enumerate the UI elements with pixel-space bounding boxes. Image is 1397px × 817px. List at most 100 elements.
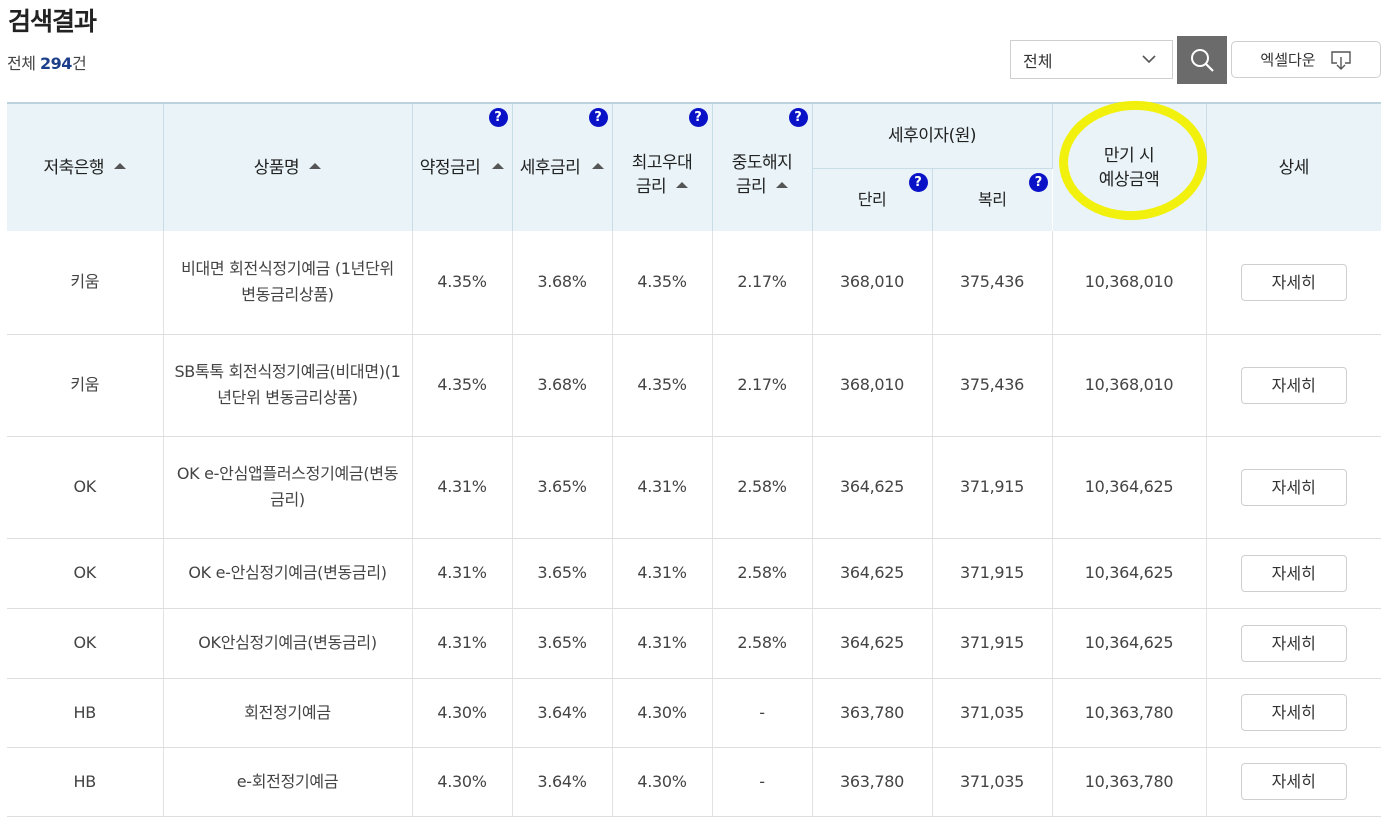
chevron-down-icon [1142, 55, 1156, 64]
detail-button[interactable]: 자세히 [1240, 554, 1347, 592]
cell-contract-rate: 4.35% [412, 231, 513, 335]
cell-detail: 자세히 [1206, 747, 1381, 817]
col-max-pref-rate-label-1: 최고우대 [631, 152, 693, 173]
sort-asc-icon[interactable] [309, 162, 322, 169]
cell-bank: 키움 [7, 334, 164, 437]
sort-asc-icon[interactable] [592, 162, 605, 169]
search-icon [1191, 49, 1214, 72]
cell-compound-interest: 371,915 [932, 436, 1053, 539]
cell-compound-interest: 371,915 [932, 608, 1053, 679]
cell-contract-rate: 4.35% [412, 334, 513, 437]
search-button[interactable] [1177, 36, 1227, 84]
cell-early-term-rate: 2.58% [712, 608, 813, 679]
cell-compound-interest: 375,436 [932, 334, 1053, 437]
cell-compound-interest: 371,915 [932, 538, 1053, 609]
cell-after-tax-rate: 3.68% [512, 334, 613, 437]
cell-compound-interest: 371,035 [932, 678, 1053, 748]
cell-contract-rate: 4.30% [412, 678, 513, 748]
cell-contract-rate: 4.30% [412, 747, 513, 817]
cell-bank: 키움 [7, 231, 164, 335]
col-early-term-rate-line2: 금리 [713, 175, 812, 199]
col-maturity-label-1: 만기 시 [1103, 145, 1155, 166]
sort-asc-icon[interactable] [114, 162, 127, 169]
col-early-term-rate-label-2: 금리 [735, 176, 767, 197]
filter-select[interactable]: 전체 [1010, 40, 1173, 79]
col-maturity-label-2: 예상금액 [1098, 169, 1160, 190]
cell-after-tax-rate: 3.65% [512, 436, 613, 539]
result-count-suffix: 건 [71, 54, 87, 73]
cell-max-pref-rate: 4.35% [612, 231, 713, 335]
detail-button[interactable]: 자세히 [1240, 624, 1347, 662]
col-max-pref-rate-header[interactable]: ? 최고우대금리 [612, 102, 713, 231]
cell-max-pref-rate: 4.35% [612, 334, 713, 437]
cell-simple-interest: 364,625 [812, 436, 933, 539]
col-after-tax-rate-header[interactable]: ? 세후금리 [512, 102, 613, 231]
filter-select-value: 전체 [1023, 51, 1053, 71]
excel-download-label: 엑셀다운 [1260, 51, 1316, 69]
sort-asc-icon[interactable] [776, 181, 789, 188]
excel-download-button[interactable]: 엑셀다운 [1231, 41, 1381, 78]
cell-max-pref-rate: 4.30% [612, 747, 713, 817]
col-max-pref-rate-label-2: 금리 [635, 176, 667, 197]
col-early-term-rate-label-1: 중도해지 [731, 152, 793, 173]
col-product-header[interactable]: 상품명 [163, 102, 413, 231]
col-bank-label: 저축은행 [43, 157, 105, 178]
result-count-value: 294 [40, 54, 72, 73]
cell-maturity-amount: 10,363,780 [1052, 678, 1207, 748]
cell-detail: 자세히 [1206, 231, 1381, 335]
col-compound-header: ? 복리 [932, 167, 1052, 231]
sort-asc-icon[interactable] [676, 181, 689, 188]
cell-product: 비대면 회전식정기예금 (1년단위 변동금리상품) [163, 231, 413, 335]
col-simple-label: 단리 [857, 189, 887, 209]
cell-bank: HB [7, 747, 164, 817]
cell-simple-interest: 368,010 [812, 334, 933, 437]
cell-maturity-amount: 10,364,625 [1052, 608, 1207, 679]
cell-product: SB톡톡 회전식정기예금(비대면)(1년단위 변동금리상품) [163, 334, 413, 437]
cell-maturity-amount: 10,364,625 [1052, 436, 1207, 539]
cell-bank: HB [7, 678, 164, 748]
cell-bank: OK [7, 436, 164, 539]
cell-after-tax-rate: 3.64% [512, 678, 613, 748]
result-count: 전체 294건 [7, 50, 87, 74]
detail-button[interactable]: 자세히 [1240, 263, 1347, 301]
cell-early-term-rate: 2.58% [712, 538, 813, 609]
cell-early-term-rate: - [712, 747, 813, 817]
col-after-tax-rate-label: 세후금리 [519, 157, 581, 178]
cell-contract-rate: 4.31% [412, 436, 513, 539]
sort-asc-icon[interactable] [492, 162, 505, 169]
table-row: HB e-회전정기예금 4.30% 3.64% 4.30% - 363,780 … [7, 747, 1381, 817]
cell-after-tax-rate: 3.65% [512, 608, 613, 679]
result-count-prefix: 전체 [7, 54, 41, 73]
cell-product: OK e-안심정기예금(변동금리) [163, 538, 413, 609]
cell-product: e-회전정기예금 [163, 747, 413, 817]
help-icon[interactable]: ? [1029, 172, 1048, 192]
col-after-tax-interest-header: 세후이자(원) [812, 102, 1053, 168]
help-icon[interactable]: ? [688, 108, 708, 127]
cell-early-term-rate: 2.17% [712, 334, 813, 437]
col-contract-rate-header[interactable]: ? 약정금리 [412, 102, 513, 231]
cell-simple-interest: 363,780 [812, 747, 933, 817]
cell-bank: OK [7, 608, 164, 679]
cell-maturity-amount: 10,368,010 [1052, 334, 1207, 437]
cell-product: 회전정기예금 [163, 678, 413, 748]
col-simple-header: ? 단리 [812, 167, 933, 231]
results-table: 저축은행 상품명 ? 약정금리 ? 세후금리 ? 최고우대금리 ? 중도해지금리 세후이… [7, 102, 1381, 817]
col-early-term-rate-header[interactable]: ? 중도해지금리 [712, 102, 813, 231]
table-row: 키움 비대면 회전식정기예금 (1년단위 변동금리상품) 4.35% 3.68%… [7, 231, 1381, 335]
detail-button[interactable]: 자세히 [1240, 468, 1347, 506]
table-row: OK OK안심정기예금(변동금리) 4.31% 3.65% 4.31% 2.58… [7, 608, 1381, 679]
col-maturity-header: 만기 시예상금액 [1052, 102, 1207, 231]
col-bank-header[interactable]: 저축은행 [7, 102, 164, 231]
col-contract-rate-label: 약정금리 [419, 157, 481, 178]
help-icon[interactable]: ? [908, 172, 928, 192]
detail-button[interactable]: 자세히 [1240, 366, 1347, 404]
help-icon[interactable]: ? [488, 108, 508, 127]
detail-button[interactable]: 자세히 [1240, 763, 1347, 800]
help-icon[interactable]: ? [788, 108, 808, 127]
help-icon[interactable]: ? [588, 108, 608, 127]
cell-max-pref-rate: 4.31% [612, 436, 713, 539]
cell-maturity-amount: 10,364,625 [1052, 538, 1207, 609]
detail-button[interactable]: 자세히 [1240, 694, 1347, 731]
col-product-label: 상품명 [253, 157, 300, 178]
cell-simple-interest: 368,010 [812, 231, 933, 335]
